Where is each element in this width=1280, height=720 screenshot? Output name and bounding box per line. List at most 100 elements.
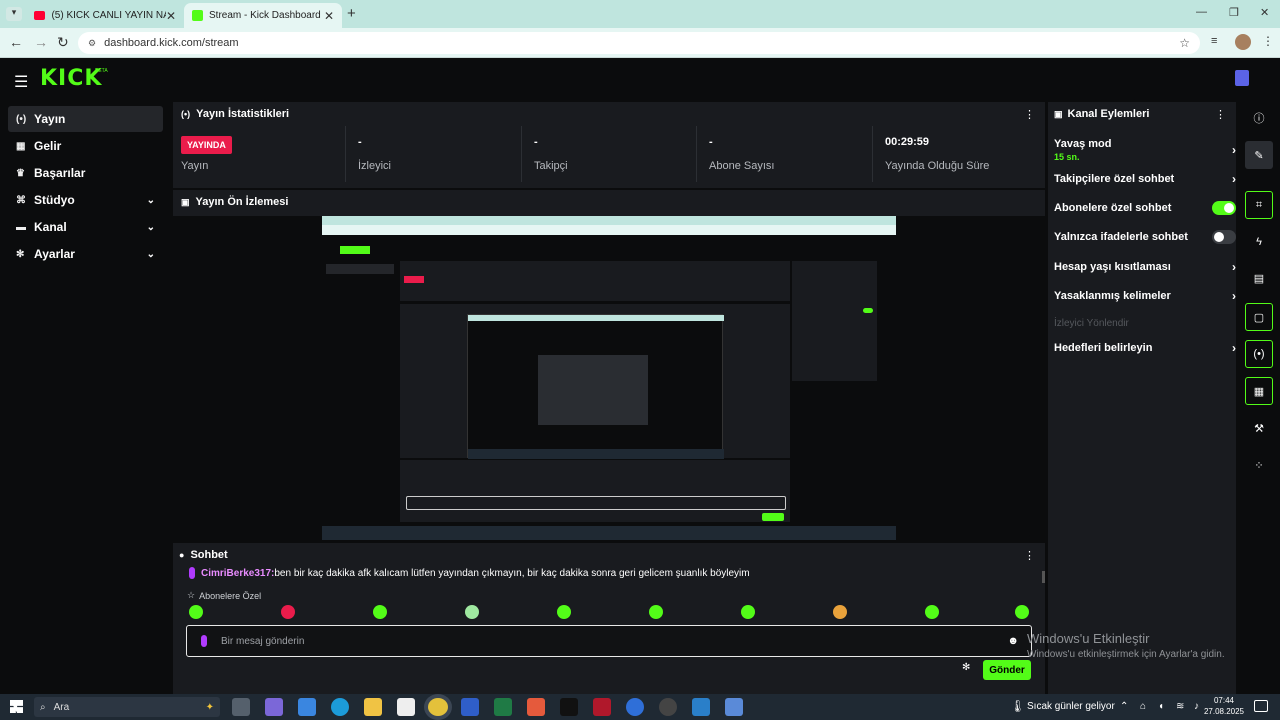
sidebar-item-yayin[interactable]: (•) Yayın: [8, 106, 163, 132]
weather-icon[interactable]: 🌡: [1010, 699, 1025, 713]
mail-icon[interactable]: [298, 698, 316, 716]
document-icon[interactable]: ▤: [1245, 264, 1273, 292]
chat-settings-gear-icon[interactable]: ✻: [962, 662, 970, 673]
emote-icon[interactable]: [1015, 605, 1029, 619]
emote-icon[interactable]: [373, 605, 387, 619]
close-tab-icon[interactable]: ✕: [324, 9, 334, 23]
broadcast-icon: (•): [16, 113, 27, 125]
tab-kick-dashboard[interactable]: Stream - Kick Dashboard ✕: [184, 3, 342, 28]
file-explorer-icon[interactable]: [364, 698, 382, 716]
action-account-age[interactable]: Hesap yaşı kısıtlaması ›: [1054, 259, 1236, 275]
clock-date[interactable]: 27.08.2025: [1202, 707, 1246, 716]
info-icon[interactable]: ⓘ: [1245, 104, 1273, 132]
community-icon[interactable]: ⁘: [1245, 451, 1273, 479]
sidebar-item-gelir[interactable]: ▦ Gelir: [8, 133, 163, 159]
store-icon[interactable]: [397, 698, 415, 716]
action-subscribers-only[interactable]: Abonelere özel sohbet: [1054, 200, 1236, 216]
tab-title: (5) KICK CANLI YAYIN NASIL YA: [51, 10, 165, 21]
tab-youtube[interactable]: (5) KICK CANLI YAYIN NASIL YA ✕: [26, 3, 184, 28]
back-icon[interactable]: ←: [9, 34, 23, 50]
send-button[interactable]: Gönder: [983, 660, 1031, 680]
panel-menu-icon[interactable]: ⋮: [1215, 108, 1226, 121]
emote-only-toggle[interactable]: [1212, 230, 1236, 244]
emoji-picker-icon[interactable]: ☻: [1007, 635, 1019, 647]
chat-input[interactable]: Bir mesaj gönderin ☻: [186, 625, 1032, 657]
chrome-icon[interactable]: [428, 698, 448, 716]
chat-scrollbar[interactable]: [1042, 571, 1045, 583]
edit-pencil-icon[interactable]: ✎: [1245, 141, 1273, 169]
emote-icon[interactable]: [281, 605, 295, 619]
vscode-icon[interactable]: [692, 698, 710, 716]
emote-icon[interactable]: [649, 605, 663, 619]
emote-icon[interactable]: [557, 605, 571, 619]
broadcast-rail-icon[interactable]: (•): [1245, 340, 1273, 368]
notification-icon[interactable]: [1254, 700, 1268, 712]
clock-time[interactable]: 07:44: [1202, 696, 1246, 705]
tray-wifi-icon[interactable]: ≋: [1176, 701, 1184, 712]
powerpoint-icon[interactable]: [527, 698, 545, 716]
browser-tab-strip: ▾ (5) KICK CANLI YAYIN NASIL YA ✕ Stream…: [0, 0, 1280, 28]
layout-rail-icon[interactable]: ▦: [1245, 377, 1273, 405]
action-emote-only[interactable]: Yalnızca ifadelerle sohbet: [1054, 229, 1236, 245]
close-tab-icon[interactable]: ✕: [166, 9, 176, 23]
new-tab-button[interactable]: +: [347, 5, 356, 22]
subscribers-only-toggle[interactable]: [1212, 201, 1236, 215]
tray-chevron-icon[interactable]: ⌃: [1120, 701, 1128, 712]
copilot-icon[interactable]: [265, 698, 283, 716]
sidebar-item-basarilar[interactable]: ♛ Başarılar: [8, 160, 163, 186]
wrench-icon[interactable]: ⚒: [1245, 414, 1273, 442]
sidebar-item-kanal[interactable]: ▬ Kanal ⌄: [8, 214, 163, 240]
bookmark-star-icon[interactable]: ☆: [1179, 36, 1190, 50]
sidebar-item-studyo[interactable]: ⌘ Stüdyo ⌄: [8, 187, 163, 213]
kick-logo[interactable]: KICK: [40, 66, 102, 91]
reading-list-icon[interactable]: ≡: [1211, 35, 1217, 47]
browser-menu-icon[interactable]: ⋮: [1262, 34, 1274, 48]
close-window-icon[interactable]: ✕: [1260, 6, 1269, 19]
mini-tab-strip: [322, 216, 896, 225]
chat-username[interactable]: CimriBerke317:: [201, 568, 274, 579]
reload-icon[interactable]: ↻: [57, 34, 69, 51]
forward-icon[interactable]: →: [34, 34, 48, 50]
lightning-icon[interactable]: ϟ: [1245, 228, 1273, 256]
profile-avatar[interactable]: [1235, 34, 1251, 50]
action-followers-only[interactable]: Takipçilere özel sohbet ›: [1054, 171, 1236, 187]
tiktok-icon[interactable]: [560, 698, 578, 716]
action-slow-mode[interactable]: Yavaş mod 15 sn. ›: [1054, 138, 1236, 162]
obs-icon[interactable]: [659, 698, 677, 716]
emote-icon[interactable]: [465, 605, 479, 619]
action-set-goals[interactable]: Hedefleri belirleyin ›: [1054, 340, 1236, 356]
kick-dashboard: ☰ KICK BETA (•) Yayın ▦ Gelir ♛ Başarıla…: [0, 58, 1280, 694]
weather-text[interactable]: Sıcak günler geliyor: [1027, 701, 1115, 712]
task-view-icon[interactable]: [232, 698, 250, 716]
restore-icon[interactable]: ❐: [1229, 6, 1239, 19]
edge-icon[interactable]: [331, 698, 349, 716]
tab-search-chevron-icon[interactable]: ▾: [6, 7, 22, 21]
capcut-icon[interactable]: [593, 698, 611, 716]
tray-speaker-icon[interactable]: ♪: [1194, 701, 1199, 712]
minimize-icon[interactable]: —: [1196, 6, 1207, 18]
excel-icon[interactable]: [494, 698, 512, 716]
chat-rail-icon[interactable]: ▢: [1245, 303, 1273, 331]
word-icon[interactable]: [461, 698, 479, 716]
stream-preview-video[interactable]: [322, 216, 896, 540]
emote-icon[interactable]: [189, 605, 203, 619]
capture-icon[interactable]: ⌗: [1245, 191, 1273, 219]
address-bar[interactable]: ⚙ dashboard.kick.com/stream ☆: [78, 32, 1200, 54]
emote-icon[interactable]: [833, 605, 847, 619]
taskbar-search[interactable]: ⌕ Ara ✦: [34, 697, 220, 717]
emote-icon[interactable]: [925, 605, 939, 619]
hamburger-menu-icon[interactable]: ☰: [14, 72, 28, 92]
action-banned-words[interactable]: Yasaklanmış kelimeler ›: [1054, 288, 1236, 304]
emote-icon[interactable]: [741, 605, 755, 619]
sidebar-item-ayarlar[interactable]: ✻ Ayarlar ⌄: [8, 241, 163, 267]
panel-menu-icon[interactable]: ⋮: [1024, 549, 1035, 562]
panel-menu-icon[interactable]: ⋮: [1024, 108, 1035, 121]
tray-network-icon[interactable]: ⌂: [1140, 701, 1146, 712]
windows-start-icon[interactable]: [10, 700, 23, 713]
tray-volume-icon[interactable]: ◖: [1158, 701, 1164, 712]
remote-icon[interactable]: [725, 698, 743, 716]
panel-title: Yayın Ön İzlemesi: [195, 196, 289, 208]
site-info-icon[interactable]: ⚙: [88, 38, 96, 49]
app-icon[interactable]: [626, 698, 644, 716]
user-avatar[interactable]: [1235, 70, 1249, 86]
